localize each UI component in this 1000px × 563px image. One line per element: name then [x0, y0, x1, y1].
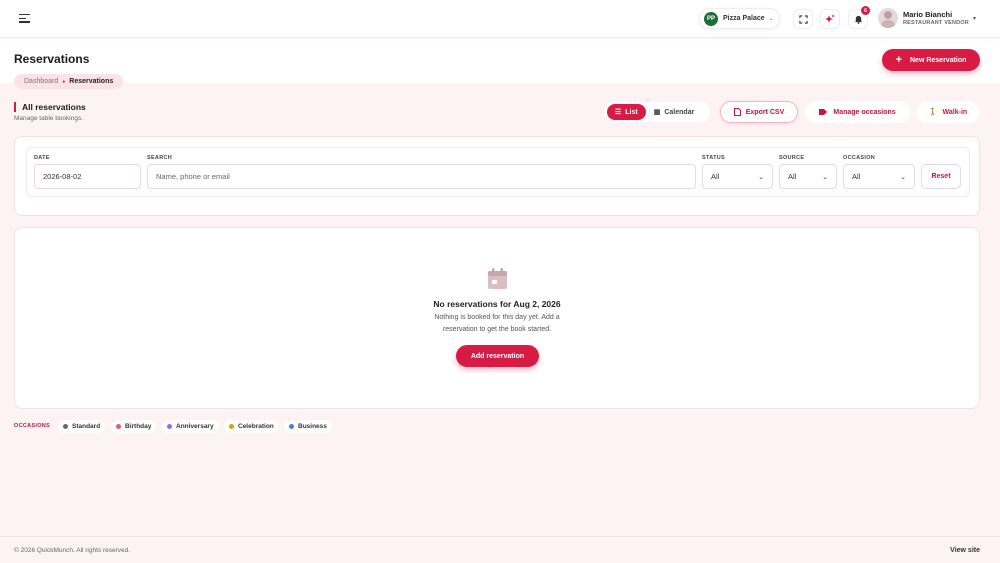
search-label: SEARCH [147, 155, 173, 161]
status-select[interactable]: All ⌄ [702, 164, 773, 189]
plus-icon: + [895, 54, 902, 66]
user-role: RESTAURANT VENDOR [903, 20, 969, 26]
view-site-link[interactable]: View site [950, 547, 980, 554]
occasion-dot [63, 424, 68, 429]
occasion-chip-standard: Standard [58, 420, 106, 433]
occasion-chip-birthday: Birthday [111, 420, 157, 433]
manage-occasions-label: Manage occasions [833, 108, 896, 116]
export-csv-button[interactable]: Export CSV [720, 101, 798, 123]
tab-list[interactable]: ☰ List [607, 104, 646, 120]
breadcrumb-current: Reservations [69, 78, 114, 85]
chevron-down-icon: ▾ [972, 15, 976, 22]
breadcrumb: Dashboard ● Reservations [14, 74, 124, 89]
manage-occasions-button[interactable]: Manage occasions [805, 101, 910, 123]
new-reservation-label: New Reservation [910, 56, 967, 64]
list-icon: ☰ [615, 109, 622, 116]
tab-list-label: List [625, 108, 638, 116]
add-reservation-button[interactable]: Add reservation [456, 345, 539, 367]
status-value: All [711, 172, 720, 181]
occasion-dot [289, 424, 294, 429]
occasion-value: All [852, 172, 861, 181]
occasion-select[interactable]: All ⌄ [843, 164, 915, 189]
occasion-chip-label: Birthday [125, 423, 152, 430]
ai-assistant-button[interactable] [820, 9, 840, 29]
date-field[interactable]: 2026-08-02 [34, 164, 141, 189]
walk-in-button[interactable]: 🚶 Walk-in [916, 101, 980, 123]
bell-icon [854, 15, 862, 24]
chevron-down-icon: ⌄ [822, 174, 828, 181]
empty-state-description: Nothing is booked for this day yet. Add … [434, 314, 560, 333]
status-label: STATUS [702, 155, 725, 161]
empty-state-title: No reservations for Aug 2, 2026 [433, 299, 561, 309]
chevron-down-icon: ⌄ [768, 16, 774, 22]
occasion-chip-label: Standard [72, 423, 101, 430]
page-title: Reservations [14, 52, 90, 66]
section-subtitle: Manage table bookings. [14, 115, 84, 122]
notification-badge: 6 [861, 6, 870, 15]
tab-calendar[interactable]: ▦ Calendar [646, 104, 703, 120]
occasion-dot [229, 424, 234, 429]
occasion-dot [116, 424, 121, 429]
calendar-icon [488, 268, 507, 289]
occasion-dot [167, 424, 172, 429]
section-title: All reservations [14, 102, 86, 112]
store-switcher[interactable]: PP Pizza Palace ⌄ [699, 8, 780, 29]
file-export-icon [733, 108, 741, 116]
sparkle-icon [825, 14, 835, 23]
walking-person-icon: 🚶 [928, 109, 938, 116]
breadcrumb-dashboard[interactable]: Dashboard [24, 78, 58, 85]
occasion-chip-business: Business [284, 420, 332, 433]
search-input[interactable]: Name, phone or email [147, 164, 696, 189]
source-label: SOURCE [779, 155, 805, 161]
source-value: All [788, 172, 797, 181]
page-header: Reservations + New Reservation [0, 39, 1000, 83]
copyright-text: © 2026 QuickMunch. All rights reserved. [14, 547, 131, 554]
top-bar: PP Pizza Palace ⌄ 6 Mario Bianchi RESTAU… [0, 0, 1000, 38]
occasion-chip-label: Business [298, 423, 327, 430]
store-logo: PP [704, 11, 718, 26]
notifications-button[interactable]: 6 [848, 6, 870, 29]
chevron-down-icon: ⌄ [900, 174, 906, 181]
footer: © 2026 QuickMunch. All rights reserved. … [0, 536, 1000, 563]
avatar [878, 8, 898, 28]
walk-in-label: Walk-in [942, 108, 968, 116]
breadcrumb-separator-icon: ● [62, 78, 66, 85]
occasion-chip-label: Anniversary [176, 423, 214, 430]
user-menu[interactable]: Mario Bianchi RESTAURANT VENDOR ▾ [878, 8, 976, 28]
occasion-chip-anniversary: Anniversary [162, 420, 219, 433]
user-name: Mario Bianchi [903, 10, 953, 19]
occasions-label: OCCASIONS [14, 423, 51, 429]
fullscreen-icon [798, 14, 808, 24]
calendar-icon: ▦ [653, 109, 661, 116]
tag-icon [819, 109, 828, 115]
occasion-label: OCCASION [843, 155, 876, 161]
reset-button[interactable]: Reset [921, 164, 961, 189]
menu-icon[interactable] [19, 14, 30, 23]
occasion-chip-celebration: Celebration [224, 420, 279, 433]
tab-calendar-label: Calendar [664, 108, 695, 116]
view-toggle: ☰ List ▦ Calendar [604, 102, 710, 122]
chevron-down-icon: ⌄ [758, 174, 764, 181]
new-reservation-button[interactable]: + New Reservation [882, 49, 980, 71]
date-label: DATE [34, 155, 50, 161]
occasion-chip-label: Celebration [238, 423, 274, 430]
export-csv-label: Export CSV [745, 108, 785, 116]
source-select[interactable]: All ⌄ [779, 164, 837, 189]
store-name: Pizza Palace [723, 15, 765, 22]
fullscreen-button[interactable] [793, 9, 813, 29]
